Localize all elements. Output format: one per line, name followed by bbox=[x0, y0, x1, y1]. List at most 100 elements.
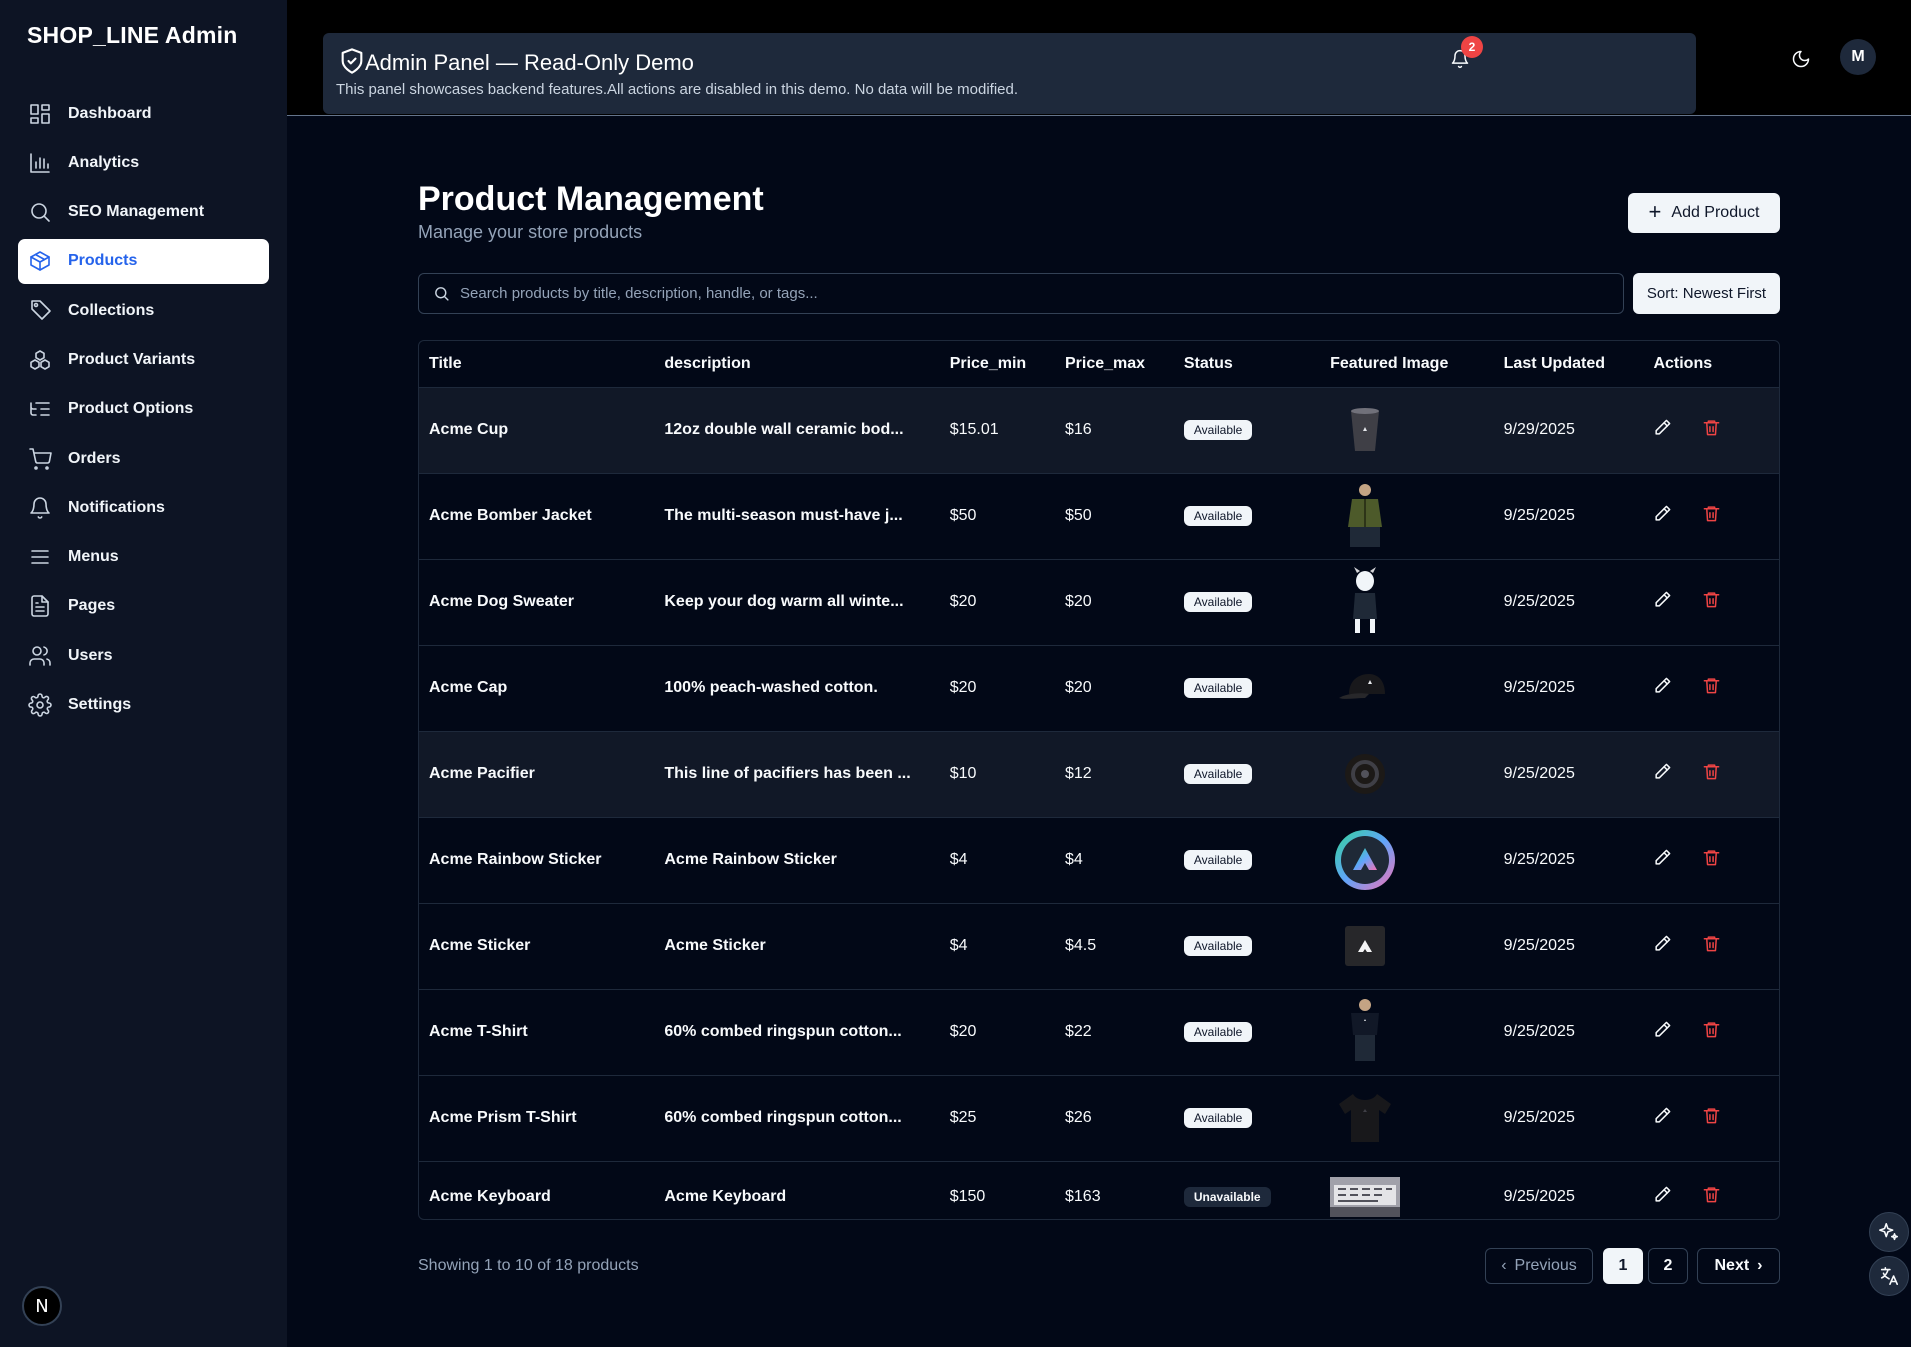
delete-trash-icon[interactable] bbox=[1702, 590, 1721, 614]
status-cell: Available bbox=[1173, 645, 1321, 732]
sidebar-item-orders[interactable]: Orders bbox=[18, 436, 269, 481]
delete-trash-icon[interactable] bbox=[1702, 1020, 1721, 1044]
column-header: Price_max bbox=[1055, 341, 1174, 388]
search-input[interactable] bbox=[460, 285, 1610, 302]
sidebar-item-label: Notifications bbox=[68, 498, 165, 516]
product-thumbnail bbox=[1330, 739, 1400, 809]
last-updated: 9/25/2025 bbox=[1493, 989, 1644, 1076]
product-thumbnail bbox=[1330, 653, 1400, 723]
table-row[interactable]: Acme Dog Sweater Keep your dog warm all w… bbox=[419, 559, 1779, 646]
sidebar-item-analytics[interactable]: Analytics bbox=[18, 140, 269, 185]
menu-icon bbox=[27, 544, 53, 570]
next-label: Next bbox=[1714, 1257, 1750, 1274]
table-row[interactable]: Acme Sticker Acme Sticker $4 $4.5 Available 9… bbox=[419, 903, 1779, 990]
file-icon bbox=[27, 593, 53, 619]
product-thumbnail bbox=[1330, 825, 1400, 895]
sidebar-item-product-options[interactable]: Product Options bbox=[18, 387, 269, 432]
page-2-button[interactable]: 2 bbox=[1648, 1248, 1688, 1284]
sidebar-item-products[interactable]: Products bbox=[18, 238, 269, 284]
sidebar-item-label: Collections bbox=[68, 301, 155, 319]
product-title: Acme Sticker bbox=[419, 903, 655, 990]
featured-image-cell bbox=[1320, 1075, 1494, 1162]
sidebar-item-dashboard[interactable]: Dashboard bbox=[18, 91, 269, 136]
translate-icon[interactable] bbox=[1869, 1256, 1909, 1296]
edit-pencil-icon[interactable] bbox=[1653, 762, 1672, 786]
top-header: Admin Panel — Read-Only Demo This panel … bbox=[287, 0, 1911, 116]
status-cell: Available bbox=[1173, 559, 1321, 646]
column-header: Actions bbox=[1643, 341, 1779, 388]
last-updated: 9/25/2025 bbox=[1503, 1187, 1575, 1205]
status-cell: Unavailable bbox=[1174, 1161, 1320, 1219]
edit-pencil-icon[interactable] bbox=[1653, 1185, 1672, 1209]
last-updated: 9/25/2025 bbox=[1493, 903, 1644, 990]
table-row[interactable]: Acme Keyboard Acme Keyboard $150 $163 Unavai… bbox=[419, 1161, 1779, 1219]
user-avatar[interactable]: M bbox=[1840, 39, 1876, 75]
sidebar-item-label: Product Options bbox=[68, 400, 194, 418]
add-product-button[interactable]: + Add Product bbox=[1628, 193, 1780, 233]
sort-button[interactable]: Sort: Newest First bbox=[1633, 273, 1780, 314]
product-description: 60% combed ringspun cotton... bbox=[654, 989, 940, 1076]
table-row[interactable]: Acme T-Shirt 60% combed ringspun cotton..… bbox=[419, 989, 1779, 1076]
product-title: Acme Prism T-Shirt bbox=[419, 1075, 655, 1162]
status-badge: Available bbox=[1183, 850, 1253, 870]
sidebar-item-label: Pages bbox=[68, 597, 116, 615]
edit-pencil-icon[interactable] bbox=[1653, 934, 1672, 958]
sidebar-item-pages[interactable]: Pages bbox=[18, 584, 269, 629]
sidebar-item-menus[interactable]: Menus bbox=[18, 535, 269, 580]
sidebar-item-label: Products bbox=[68, 252, 138, 270]
product-thumbnail bbox=[1330, 481, 1400, 551]
sidebar: SHOP_LINE Admin Dashboard Analytics SEO Ma… bbox=[0, 0, 287, 1347]
actions-cell bbox=[1643, 989, 1779, 1076]
edit-pencil-icon[interactable] bbox=[1653, 590, 1672, 614]
edit-pencil-icon[interactable] bbox=[1653, 848, 1672, 872]
delete-trash-icon[interactable] bbox=[1702, 1106, 1721, 1130]
delete-trash-icon[interactable] bbox=[1702, 676, 1721, 700]
sidebar-item-label: Orders bbox=[68, 449, 121, 467]
delete-trash-icon[interactable] bbox=[1702, 504, 1721, 528]
sidebar-item-collections[interactable]: Collections bbox=[18, 288, 269, 333]
table-row[interactable]: Acme Bomber Jacket The multi-season must-… bbox=[419, 473, 1779, 560]
table-row[interactable]: Acme Rainbow Sticker Acme Rainbow Sticker… bbox=[419, 817, 1779, 904]
actions-cell bbox=[1643, 817, 1779, 904]
delete-trash-icon[interactable] bbox=[1702, 848, 1721, 872]
last-updated: 9/29/2025 bbox=[1493, 387, 1644, 474]
sidebar-item-notifications[interactable]: Notifications bbox=[18, 485, 269, 530]
search-icon bbox=[435, 287, 449, 301]
list-tree-icon bbox=[27, 396, 53, 422]
delete-trash-icon[interactable] bbox=[1702, 762, 1721, 786]
status-cell: Available bbox=[1173, 903, 1321, 990]
page-1-button[interactable]: 1 bbox=[1603, 1248, 1643, 1284]
featured-image-cell bbox=[1320, 817, 1494, 904]
price-min: $20 bbox=[939, 559, 1055, 646]
edit-pencil-icon[interactable] bbox=[1653, 676, 1672, 700]
edit-pencil-icon[interactable] bbox=[1653, 504, 1672, 528]
edit-pencil-icon[interactable] bbox=[1653, 418, 1672, 442]
status-cell: Available bbox=[1173, 1075, 1321, 1162]
delete-trash-icon[interactable] bbox=[1702, 1185, 1721, 1209]
delete-trash-icon[interactable] bbox=[1702, 418, 1721, 442]
sidebar-item-product-variants[interactable]: Product Variants bbox=[18, 337, 269, 382]
status-badge: Available bbox=[1183, 678, 1253, 698]
next-logo-icon[interactable]: N bbox=[22, 1286, 62, 1326]
previous-label: Previous bbox=[1514, 1257, 1577, 1274]
table-row[interactable]: Acme Cap 100% peach-washed cotton. $20 $20 A… bbox=[419, 645, 1779, 732]
edit-pencil-icon[interactable] bbox=[1653, 1106, 1672, 1130]
price-min: $20 bbox=[939, 645, 1055, 732]
product-title: Acme Bomber Jacket bbox=[419, 473, 655, 560]
last-updated: 9/25/2025 bbox=[1493, 559, 1644, 646]
delete-trash-icon[interactable] bbox=[1702, 934, 1721, 958]
boxes-icon bbox=[27, 347, 53, 373]
next-page-button[interactable]: Next › bbox=[1697, 1248, 1780, 1284]
table-row[interactable]: Acme Pacifier This line of pacifiers has … bbox=[419, 731, 1779, 818]
price-min: $4 bbox=[939, 903, 1055, 990]
sidebar-item-settings[interactable]: Settings bbox=[18, 683, 269, 728]
sidebar-item-users[interactable]: Users bbox=[18, 633, 269, 678]
table-row[interactable]: Acme Cup 12oz double wall ceramic bod... $… bbox=[419, 387, 1779, 474]
actions-cell bbox=[1643, 387, 1779, 474]
table-row[interactable]: Acme Prism T-Shirt 60% combed ringspun co… bbox=[419, 1075, 1779, 1162]
edit-pencil-icon[interactable] bbox=[1653, 1020, 1672, 1044]
theme-toggle-moon-icon[interactable] bbox=[1784, 42, 1818, 76]
sidebar-item-seo-management[interactable]: SEO Management bbox=[18, 190, 269, 235]
ai-sparkles-icon[interactable] bbox=[1869, 1212, 1909, 1252]
previous-page-button[interactable]: ‹ Previous bbox=[1485, 1248, 1593, 1284]
